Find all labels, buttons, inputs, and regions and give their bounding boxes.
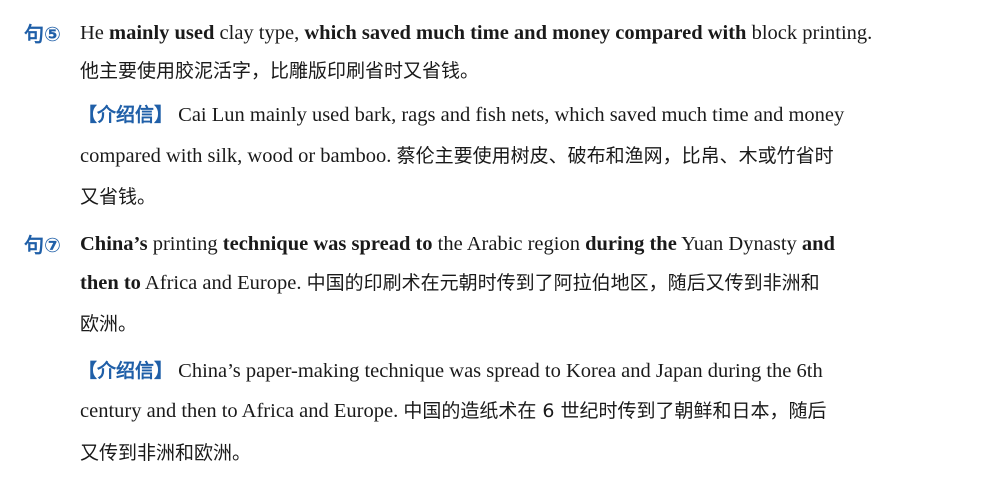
sentence-number: 句⑦ (24, 233, 61, 257)
intro-example-line: 又传到非洲和欧洲。 (80, 442, 252, 464)
document-page: 句⑤ He mainly used clay type, which saved… (0, 0, 1005, 495)
key-phrase: which saved much time and money compared… (304, 22, 747, 44)
intro-example: 【介绍信】 China’s paper-making technique was… (78, 360, 823, 382)
intro-example-line: compared with silk, wood or bamboo. 蔡伦主要… (80, 145, 834, 167)
example-sentence-english: then to Africa and Europe. 中国的印刷术在元朝时传到了… (80, 272, 820, 294)
key-phrase: and (801, 233, 835, 255)
intro-example: 【介绍信】 Cai Lun mainly used bark, rags and… (78, 104, 845, 126)
intro-tag: 【介绍信】 (78, 360, 174, 382)
key-phrase: during the (585, 233, 677, 255)
intro-example-line: century and then to Africa and Europe. 中… (80, 400, 827, 422)
sentence-number: 句⑤ (24, 22, 61, 46)
intro-tag: 【介绍信】 (78, 104, 174, 126)
key-phrase: technique was spread to (222, 233, 433, 255)
key-phrase: then to (80, 272, 141, 294)
example-sentence-translation: 欧洲。 (80, 313, 138, 335)
example-sentence-english: China’s printing technique was spread to… (80, 233, 835, 255)
intro-example-line: 又省钱。 (80, 186, 157, 208)
key-phrase: mainly used (109, 22, 215, 44)
key-phrase: China’s (80, 233, 148, 255)
example-sentence-translation: 中国的印刷术在元朝时传到了阿拉伯地区，随后又传到非洲和 (306, 272, 820, 294)
example-sentence-translation: 他主要使用胶泥活字，比雕版印刷省时又省钱。 (80, 60, 480, 82)
example-sentence-english: He mainly used clay type, which saved mu… (80, 22, 873, 44)
